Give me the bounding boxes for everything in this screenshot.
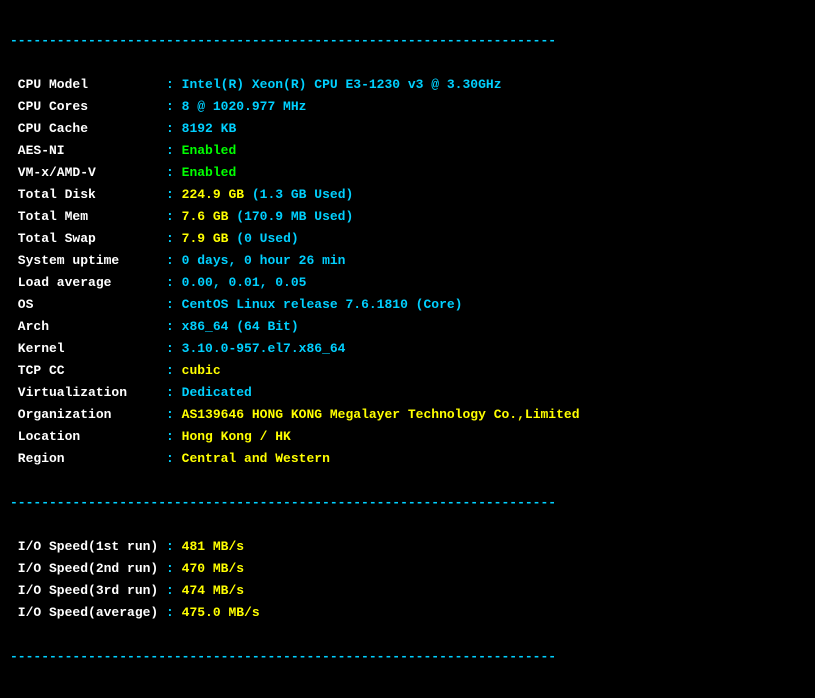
row-value: Dedicated — [182, 385, 252, 400]
io-value: 474 MB/s — [182, 583, 244, 598]
row-label: OS — [10, 297, 166, 312]
row-value: 3.10.0-957.el7.x86_64 — [182, 341, 346, 356]
colon: : — [166, 209, 182, 224]
colon: : — [166, 429, 182, 444]
row-label: Load average — [10, 275, 166, 290]
colon: : — [166, 539, 182, 554]
row-value: 7.6 GB — [182, 209, 229, 224]
colon: : — [166, 385, 182, 400]
colon: : — [166, 121, 182, 136]
colon: : — [166, 341, 182, 356]
row-label: Kernel — [10, 341, 166, 356]
sysinfo-row: VM-x/AMD-V : Enabled — [10, 162, 805, 184]
sysinfo-block: CPU Model : Intel(R) Xeon(R) CPU E3-1230… — [10, 74, 805, 470]
row-label: TCP CC — [10, 363, 166, 378]
row-value: 0.00, 0.01, 0.05 — [182, 275, 307, 290]
io-label: I/O Speed(3rd run) — [10, 583, 166, 598]
row-value: Intel(R) Xeon(R) CPU E3-1230 v3 @ 3.30GH… — [182, 77, 502, 92]
row-paren: (170.9 MB Used) — [236, 209, 353, 224]
row-value: Central and Western — [182, 451, 330, 466]
sysinfo-row: Load average : 0.00, 0.01, 0.05 — [10, 272, 805, 294]
colon: : — [166, 583, 182, 598]
sysinfo-row: Total Swap : 7.9 GB (0 Used) — [10, 228, 805, 250]
io-label: I/O Speed(2nd run) — [10, 561, 166, 576]
io-row: I/O Speed(1st run) : 481 MB/s — [10, 536, 805, 558]
sysinfo-row: Virtualization : Dedicated — [10, 382, 805, 404]
row-label: Total Disk — [10, 187, 166, 202]
colon: : — [166, 275, 182, 290]
colon: : — [166, 187, 182, 202]
divider-top: ----------------------------------------… — [10, 30, 805, 52]
row-paren: (0 Used) — [236, 231, 298, 246]
sysinfo-row: Kernel : 3.10.0-957.el7.x86_64 — [10, 338, 805, 360]
row-label: Arch — [10, 319, 166, 334]
sysinfo-row: Total Disk : 224.9 GB (1.3 GB Used) — [10, 184, 805, 206]
sysinfo-row: System uptime : 0 days, 0 hour 26 min — [10, 250, 805, 272]
io-label: I/O Speed(average) — [10, 605, 166, 620]
colon: : — [166, 407, 182, 422]
row-paren: (1.3 GB Used) — [252, 187, 353, 202]
colon: : — [166, 253, 182, 268]
colon: : — [166, 451, 182, 466]
row-value: cubic — [182, 363, 221, 378]
row-value: 224.9 GB — [182, 187, 244, 202]
io-value: 481 MB/s — [182, 539, 244, 554]
row-label: Region — [10, 451, 166, 466]
row-label: CPU Model — [10, 77, 166, 92]
row-value: Enabled — [182, 143, 237, 158]
row-value: 7.9 GB — [182, 231, 229, 246]
io-value: 470 MB/s — [182, 561, 244, 576]
sysinfo-row: Location : Hong Kong / HK — [10, 426, 805, 448]
row-label: CPU Cache — [10, 121, 166, 136]
row-value: 8192 KB — [182, 121, 237, 136]
row-label: VM-x/AMD-V — [10, 165, 166, 180]
terminal-output: ----------------------------------------… — [0, 0, 815, 698]
colon: : — [166, 605, 182, 620]
sysinfo-row: TCP CC : cubic — [10, 360, 805, 382]
sysinfo-row: Organization : AS139646 HONG KONG Megala… — [10, 404, 805, 426]
row-label: Virtualization — [10, 385, 166, 400]
colon: : — [166, 363, 182, 378]
row-value: Hong Kong / HK — [182, 429, 291, 444]
sysinfo-row: Region : Central and Western — [10, 448, 805, 470]
row-value: AS139646 HONG KONG Megalayer Technology … — [182, 407, 580, 422]
io-row: I/O Speed(3rd run) : 474 MB/s — [10, 580, 805, 602]
io-block: I/O Speed(1st run) : 481 MB/s I/O Speed(… — [10, 536, 805, 624]
divider-mid: ----------------------------------------… — [10, 492, 805, 514]
divider-bottom: ----------------------------------------… — [10, 646, 805, 668]
colon: : — [166, 231, 182, 246]
sysinfo-row: CPU Cache : 8192 KB — [10, 118, 805, 140]
colon: : — [166, 319, 182, 334]
sysinfo-row: OS : CentOS Linux release 7.6.1810 (Core… — [10, 294, 805, 316]
row-label: AES-NI — [10, 143, 166, 158]
row-label: Total Swap — [10, 231, 166, 246]
sysinfo-row: AES-NI : Enabled — [10, 140, 805, 162]
colon: : — [166, 561, 182, 576]
row-value: x86_64 (64 Bit) — [182, 319, 299, 334]
io-value: 475.0 MB/s — [182, 605, 260, 620]
io-row: I/O Speed(2nd run) : 470 MB/s — [10, 558, 805, 580]
row-label: CPU Cores — [10, 99, 166, 114]
colon: : — [166, 165, 182, 180]
sysinfo-row: CPU Model : Intel(R) Xeon(R) CPU E3-1230… — [10, 74, 805, 96]
colon: : — [166, 143, 182, 158]
io-row: I/O Speed(average) : 475.0 MB/s — [10, 602, 805, 624]
colon: : — [166, 77, 182, 92]
row-label: Total Mem — [10, 209, 166, 224]
row-value: Enabled — [182, 165, 237, 180]
io-label: I/O Speed(1st run) — [10, 539, 166, 554]
sysinfo-row: CPU Cores : 8 @ 1020.977 MHz — [10, 96, 805, 118]
colon: : — [166, 297, 182, 312]
row-value: 0 days, 0 hour 26 min — [182, 253, 346, 268]
sysinfo-row: Total Mem : 7.6 GB (170.9 MB Used) — [10, 206, 805, 228]
row-label: Location — [10, 429, 166, 444]
row-value: 8 @ 1020.977 MHz — [182, 99, 307, 114]
sysinfo-row: Arch : x86_64 (64 Bit) — [10, 316, 805, 338]
row-label: Organization — [10, 407, 166, 422]
row-label: System uptime — [10, 253, 166, 268]
colon: : — [166, 99, 182, 114]
row-value: CentOS Linux release 7.6.1810 (Core) — [182, 297, 463, 312]
